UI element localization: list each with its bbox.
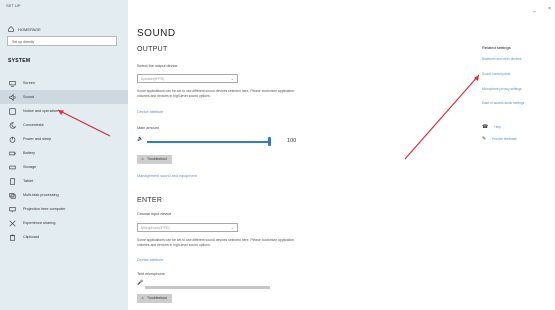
related-link-sound-control-panel[interactable]: Sound control panel xyxy=(482,72,510,76)
output-troubleshoot-label: Troubleshoot xyxy=(147,157,167,161)
home-label: HOMEPAGE xyxy=(18,26,41,32)
help-label: Help xyxy=(494,125,501,129)
feedback-link[interactable]: ✎ Provide feedback xyxy=(482,136,517,142)
sidebar-item-label: Screen xyxy=(23,81,36,85)
monitor-icon xyxy=(9,80,16,87)
sidebar-item-label: Sound xyxy=(23,95,34,99)
help-link[interactable]: ☎ Help xyxy=(482,124,501,130)
section-title: SYSTEM xyxy=(8,58,31,64)
sidebar-item-sound[interactable]: Sound xyxy=(0,90,128,104)
sidebar: SET UP HOMEPAGE Set up directly SYSTEM S… xyxy=(0,0,128,310)
sidebar-item-label: Clipboard xyxy=(23,235,40,239)
volume-label: Main amount xyxy=(137,126,159,130)
tablet-icon xyxy=(9,177,16,185)
home-link[interactable]: HOMEPAGE xyxy=(8,26,41,32)
related-link-ease-of-access-audio[interactable]: Ease of access audio settings xyxy=(482,101,524,105)
share-icon xyxy=(9,219,16,227)
feedback-icon: ✎ xyxy=(482,136,487,142)
warning-icon: ⚠ xyxy=(141,296,145,300)
projection-icon xyxy=(9,206,16,213)
chevron-down-icon: ⌄ xyxy=(230,76,234,81)
storage-icon xyxy=(9,164,16,171)
battery-icon xyxy=(9,150,16,157)
power-icon xyxy=(9,136,16,143)
home-icon xyxy=(8,26,14,32)
settings-search-input[interactable]: Set up directly xyxy=(7,36,117,46)
page-title: SOUND xyxy=(137,28,176,39)
sound-settings-panel: SOUND OUTPUT Select the output device Sp… xyxy=(137,0,437,310)
multitask-icon xyxy=(9,192,16,199)
sidebar-item-tablet[interactable]: Tablet xyxy=(0,174,128,188)
test-microphone-label: Test microphone xyxy=(137,272,165,276)
input-device-properties-link[interactable]: Device attribute xyxy=(137,258,163,262)
related-settings-heading: Related settings xyxy=(482,45,511,50)
input-heading: ENTER xyxy=(137,197,163,204)
output-device-label: Select the output device xyxy=(137,64,178,68)
volume-slider-thumb[interactable] xyxy=(267,137,271,146)
output-device-value: Speaker(IFPD) xyxy=(141,77,165,81)
annotation-arrowhead-control-panel xyxy=(474,75,479,81)
sidebar-item-power[interactable]: Power and sleep xyxy=(0,132,128,146)
sidebar-item-label: Concentrate xyxy=(23,123,44,127)
related-link-bluetooth[interactable]: Bluetooth and other devices xyxy=(482,57,522,61)
volume-speaker-icon[interactable]: 🔊 xyxy=(137,136,143,142)
sidebar-item-clipboard[interactable]: Clipboard xyxy=(0,230,128,244)
output-device-properties-link[interactable]: Device attribute xyxy=(137,110,163,114)
window-title: SET UP xyxy=(6,3,21,8)
microphone-level-meter xyxy=(145,286,270,289)
help-icon: ☎ xyxy=(482,124,489,130)
sidebar-nav: Screen Sound Notice and operation Concen… xyxy=(0,76,128,244)
sidebar-item-notice[interactable]: Notice and operation xyxy=(0,104,128,118)
clipboard-icon xyxy=(9,234,16,241)
volume-slider[interactable] xyxy=(147,141,269,143)
microphone-icon: 🎤 xyxy=(137,280,144,286)
sidebar-item-storage[interactable]: Storage xyxy=(0,160,128,174)
sidebar-item-label: Notice and operation xyxy=(23,109,59,113)
sidebar-item-label: Projection here computer xyxy=(23,207,66,211)
volume-value: 100 xyxy=(287,138,297,144)
sidebar-item-label: Power and sleep xyxy=(23,137,52,141)
sidebar-item-label: Tablet xyxy=(23,179,34,183)
close-button[interactable]: × xyxy=(548,6,551,12)
chevron-down-icon: ⌄ xyxy=(230,225,234,230)
sidebar-item-multitask[interactable]: Multi-task processing xyxy=(0,188,128,202)
sidebar-item-sharing[interactable]: Experience sharing xyxy=(0,216,128,230)
sidebar-item-screen[interactable]: Screen xyxy=(0,76,128,90)
sidebar-item-concentrate[interactable]: Concentrate xyxy=(0,118,128,132)
sidebar-item-battery[interactable]: Battery xyxy=(0,146,128,160)
speaker-icon xyxy=(9,93,16,101)
input-troubleshoot-button[interactable]: ⚠ Troubleshoot xyxy=(137,294,172,303)
sidebar-item-label: Experience sharing xyxy=(23,221,56,225)
input-device-dropdown[interactable]: Microphone(IFPD) ⌄ xyxy=(137,223,238,232)
moon-icon xyxy=(9,121,17,129)
sidebar-item-label: Multi-task processing xyxy=(23,193,59,197)
input-troubleshoot-label: Troubleshoot xyxy=(147,296,167,300)
sidebar-item-projection[interactable]: Projection here computer xyxy=(0,202,128,216)
input-device-label: Choose input device xyxy=(137,212,172,216)
output-note: Some applications can be set to use diff… xyxy=(137,89,295,98)
input-note: Some applications can be set to use diff… xyxy=(137,238,295,247)
related-link-microphone-privacy[interactable]: Microphone privacy settings xyxy=(482,87,522,91)
volume-slider-fill xyxy=(147,141,269,143)
sidebar-item-label: Storage xyxy=(23,165,37,169)
sidebar-item-label: Battery xyxy=(23,151,36,155)
manage-sound-devices-link[interactable]: Management sound and equipment xyxy=(137,174,197,178)
minimize-button[interactable]: – xyxy=(533,9,536,15)
input-device-value: Microphone(IFPD) xyxy=(141,226,170,230)
output-heading: OUTPUT xyxy=(137,46,168,53)
output-device-dropdown[interactable]: Speaker(IFPD) ⌄ xyxy=(137,74,238,83)
notification-icon xyxy=(9,107,16,115)
feedback-label: Provide feedback xyxy=(492,137,517,141)
warning-icon: ⚠ xyxy=(141,157,145,161)
output-troubleshoot-button[interactable]: ⚠ Troubleshoot xyxy=(137,155,172,164)
